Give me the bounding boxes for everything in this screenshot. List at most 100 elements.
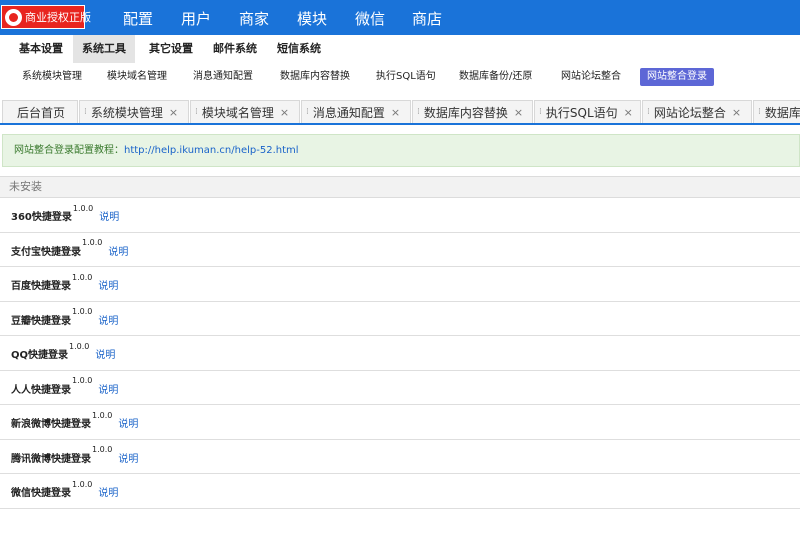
drag-grip-icon[interactable]: ⁞	[647, 107, 650, 117]
plugin-info-link[interactable]: 说明	[108, 243, 128, 258]
list-item: 豆瓣快捷登录1.0.0 说明	[0, 302, 800, 336]
plugin-name: 腾讯微博快捷登录1.0.0	[11, 445, 112, 465]
plugin-version: 1.0.0	[72, 307, 93, 317]
main-nav-merchants[interactable]: 商家	[239, 8, 269, 29]
seal-icon	[5, 8, 22, 26]
tab-notify-config[interactable]: ⁞ 消息通知配置 ×	[301, 100, 411, 123]
drag-grip-icon[interactable]: ⁞	[539, 107, 542, 117]
plugin-version: 1.0.0	[72, 479, 93, 489]
plugin-name: 百度快捷登录1.0.0	[11, 273, 92, 292]
sub-nav-mail[interactable]: 邮件系统	[204, 35, 266, 63]
plugin-version: 1.0.0	[72, 272, 93, 282]
list-item: 支付宝快捷登录1.0.0 说明	[0, 233, 800, 267]
section-not-installed: 未安装	[0, 176, 800, 198]
plugin-name: 支付宝快捷登录1.0.0	[11, 238, 102, 258]
plugin-version: 1.0.0	[72, 376, 93, 386]
config-tutorial-notice: 网站整合登录配置教程：http://help.ikuman.cn/help-52…	[2, 134, 800, 167]
tool-nav-module-manage[interactable]: 系统模块管理	[15, 68, 89, 86]
tab-label: 数据库内容替换	[423, 105, 508, 120]
plugin-info-link[interactable]: 说明	[118, 450, 138, 465]
list-item: 人人快捷登录1.0.0 说明	[0, 371, 800, 405]
tab-forum-integration[interactable]: ⁞ 网站论坛整合 ×	[642, 100, 752, 123]
list-item: QQ快捷登录1.0.0 说明	[0, 336, 800, 371]
close-icon[interactable]: ×	[514, 106, 523, 119]
plugin-name-text: 支付宝快捷登录	[11, 246, 81, 258]
main-nav-users[interactable]: 用户	[181, 8, 211, 29]
close-icon[interactable]: ×	[280, 106, 289, 119]
plugin-name: 豆瓣快捷登录1.0.0	[11, 307, 92, 327]
plugin-name-text: 微信快捷登录	[11, 488, 71, 500]
close-icon[interactable]: ×	[624, 106, 633, 119]
plugin-info-link[interactable]: 说明	[95, 346, 115, 361]
plugin-name: 人人快捷登录1.0.0	[11, 376, 92, 396]
plugin-name-text: 人人快捷登录	[11, 384, 71, 396]
plugin-info-link[interactable]: 说明	[118, 415, 138, 430]
main-nav-wechat[interactable]: 微信	[355, 8, 385, 29]
plugin-version: 1.0.0	[92, 445, 113, 455]
tab-db[interactable]: ⁞ 数据库	[753, 100, 800, 123]
plugin-name-text: 360快捷登录	[11, 212, 72, 224]
sub-nav-other[interactable]: 其它设置	[140, 35, 202, 63]
sub-nav-basic[interactable]: 基本设置	[10, 35, 72, 63]
sub-nav: 基本设置 系统工具 其它设置 邮件系统 短信系统	[0, 35, 800, 63]
tab-label: 系统模块管理	[90, 105, 163, 120]
sub-nav-sms[interactable]: 短信系统	[268, 35, 330, 63]
tab-sql[interactable]: ⁞ 执行SQL语句 ×	[534, 100, 641, 123]
plugin-name-text: QQ快捷登录	[11, 350, 69, 362]
tab-home-label: 后台首页	[17, 105, 66, 120]
tutorial-link[interactable]: http://help.ikuman.cn/help-52.html	[124, 145, 299, 156]
tab-db-replace[interactable]: ⁞ 数据库内容替换 ×	[412, 100, 533, 123]
tab-bar: 后台首页 ⁞ 系统模块管理 × ⁞ 模块域名管理 × ⁞ 消息通知配置 × ⁞ …	[0, 100, 800, 125]
drag-grip-icon[interactable]: ⁞	[417, 107, 420, 117]
plugin-info-link[interactable]: 说明	[98, 381, 118, 396]
plugin-name: 360快捷登录1.0.0	[11, 204, 93, 224]
plugin-name: 微信快捷登录1.0.0	[11, 480, 92, 500]
tab-module-manage[interactable]: ⁞ 系统模块管理 ×	[79, 100, 189, 123]
drag-grip-icon[interactable]: ⁞	[758, 107, 761, 117]
main-nav-config[interactable]: 配置	[123, 8, 153, 29]
tab-label: 数据库	[764, 105, 800, 120]
main-nav-modules[interactable]: 模块	[297, 8, 327, 29]
list-item: 百度快捷登录1.0.0 说明	[0, 267, 800, 302]
drag-grip-icon[interactable]: ⁞	[306, 107, 309, 117]
plugin-name-text: 腾讯微博快捷登录	[11, 453, 91, 465]
tab-label: 执行SQL语句	[545, 105, 618, 120]
plugin-name-text: 豆瓣快捷登录	[11, 315, 71, 327]
tab-domain-manage[interactable]: ⁞ 模块域名管理 ×	[190, 100, 300, 123]
plugin-info-link[interactable]: 说明	[98, 312, 118, 327]
tool-nav-sql[interactable]: 执行SQL语句	[369, 68, 443, 86]
drag-grip-icon[interactable]: ⁞	[195, 107, 198, 117]
plugin-info-link[interactable]: 说明	[99, 208, 119, 223]
plugin-name: QQ快捷登录1.0.0	[11, 342, 89, 362]
drag-grip-icon[interactable]: ⁞	[84, 107, 87, 117]
main-nav-store[interactable]: 商店	[412, 8, 442, 29]
plugin-info-link[interactable]: 说明	[98, 277, 118, 292]
top-bar: 商业授权正版 配置 用户 商家 模块 微信 商店	[0, 0, 800, 35]
tab-label: 模块域名管理	[201, 105, 274, 120]
tool-nav-forum-integration[interactable]: 网站论坛整合	[554, 68, 628, 86]
plugin-version: 1.0.0	[82, 238, 103, 248]
plugin-name: 新浪微博快捷登录1.0.0	[11, 411, 112, 431]
tool-nav-login-integration[interactable]: 网站整合登录	[640, 68, 714, 86]
plugin-version: 1.0.0	[92, 410, 113, 420]
list-item: 腾讯微博快捷登录1.0.0 说明	[0, 440, 800, 474]
tab-home[interactable]: 后台首页	[2, 100, 78, 123]
tab-label: 消息通知配置	[312, 105, 385, 120]
tool-nav-domain-manage[interactable]: 模块域名管理	[100, 68, 174, 86]
plugin-list: 360快捷登录1.0.0 说明 支付宝快捷登录1.0.0 说明 百度快捷登录1.…	[0, 198, 800, 509]
notice-prefix: 网站整合登录配置教程：	[14, 145, 124, 156]
tool-nav-db-backup[interactable]: 数据库备份/还原	[452, 68, 539, 86]
plugin-name-text: 新浪微博快捷登录	[11, 419, 91, 431]
list-item: 新浪微博快捷登录1.0.0 说明	[0, 405, 800, 440]
plugin-info-link[interactable]: 说明	[98, 484, 118, 499]
list-item: 360快捷登录1.0.0 说明	[0, 198, 800, 233]
tool-nav-db-replace[interactable]: 数据库内容替换	[273, 68, 357, 86]
license-badge-label: 商业授权正版	[25, 11, 91, 24]
close-icon[interactable]: ×	[732, 106, 741, 119]
license-badge: 商业授权正版	[1, 5, 91, 29]
sub-nav-system-tools[interactable]: 系统工具	[73, 35, 135, 63]
plugin-version: 1.0.0	[72, 203, 94, 213]
close-icon[interactable]: ×	[391, 106, 400, 119]
tool-nav-notify-config[interactable]: 消息通知配置	[186, 68, 260, 86]
close-icon[interactable]: ×	[169, 106, 178, 119]
